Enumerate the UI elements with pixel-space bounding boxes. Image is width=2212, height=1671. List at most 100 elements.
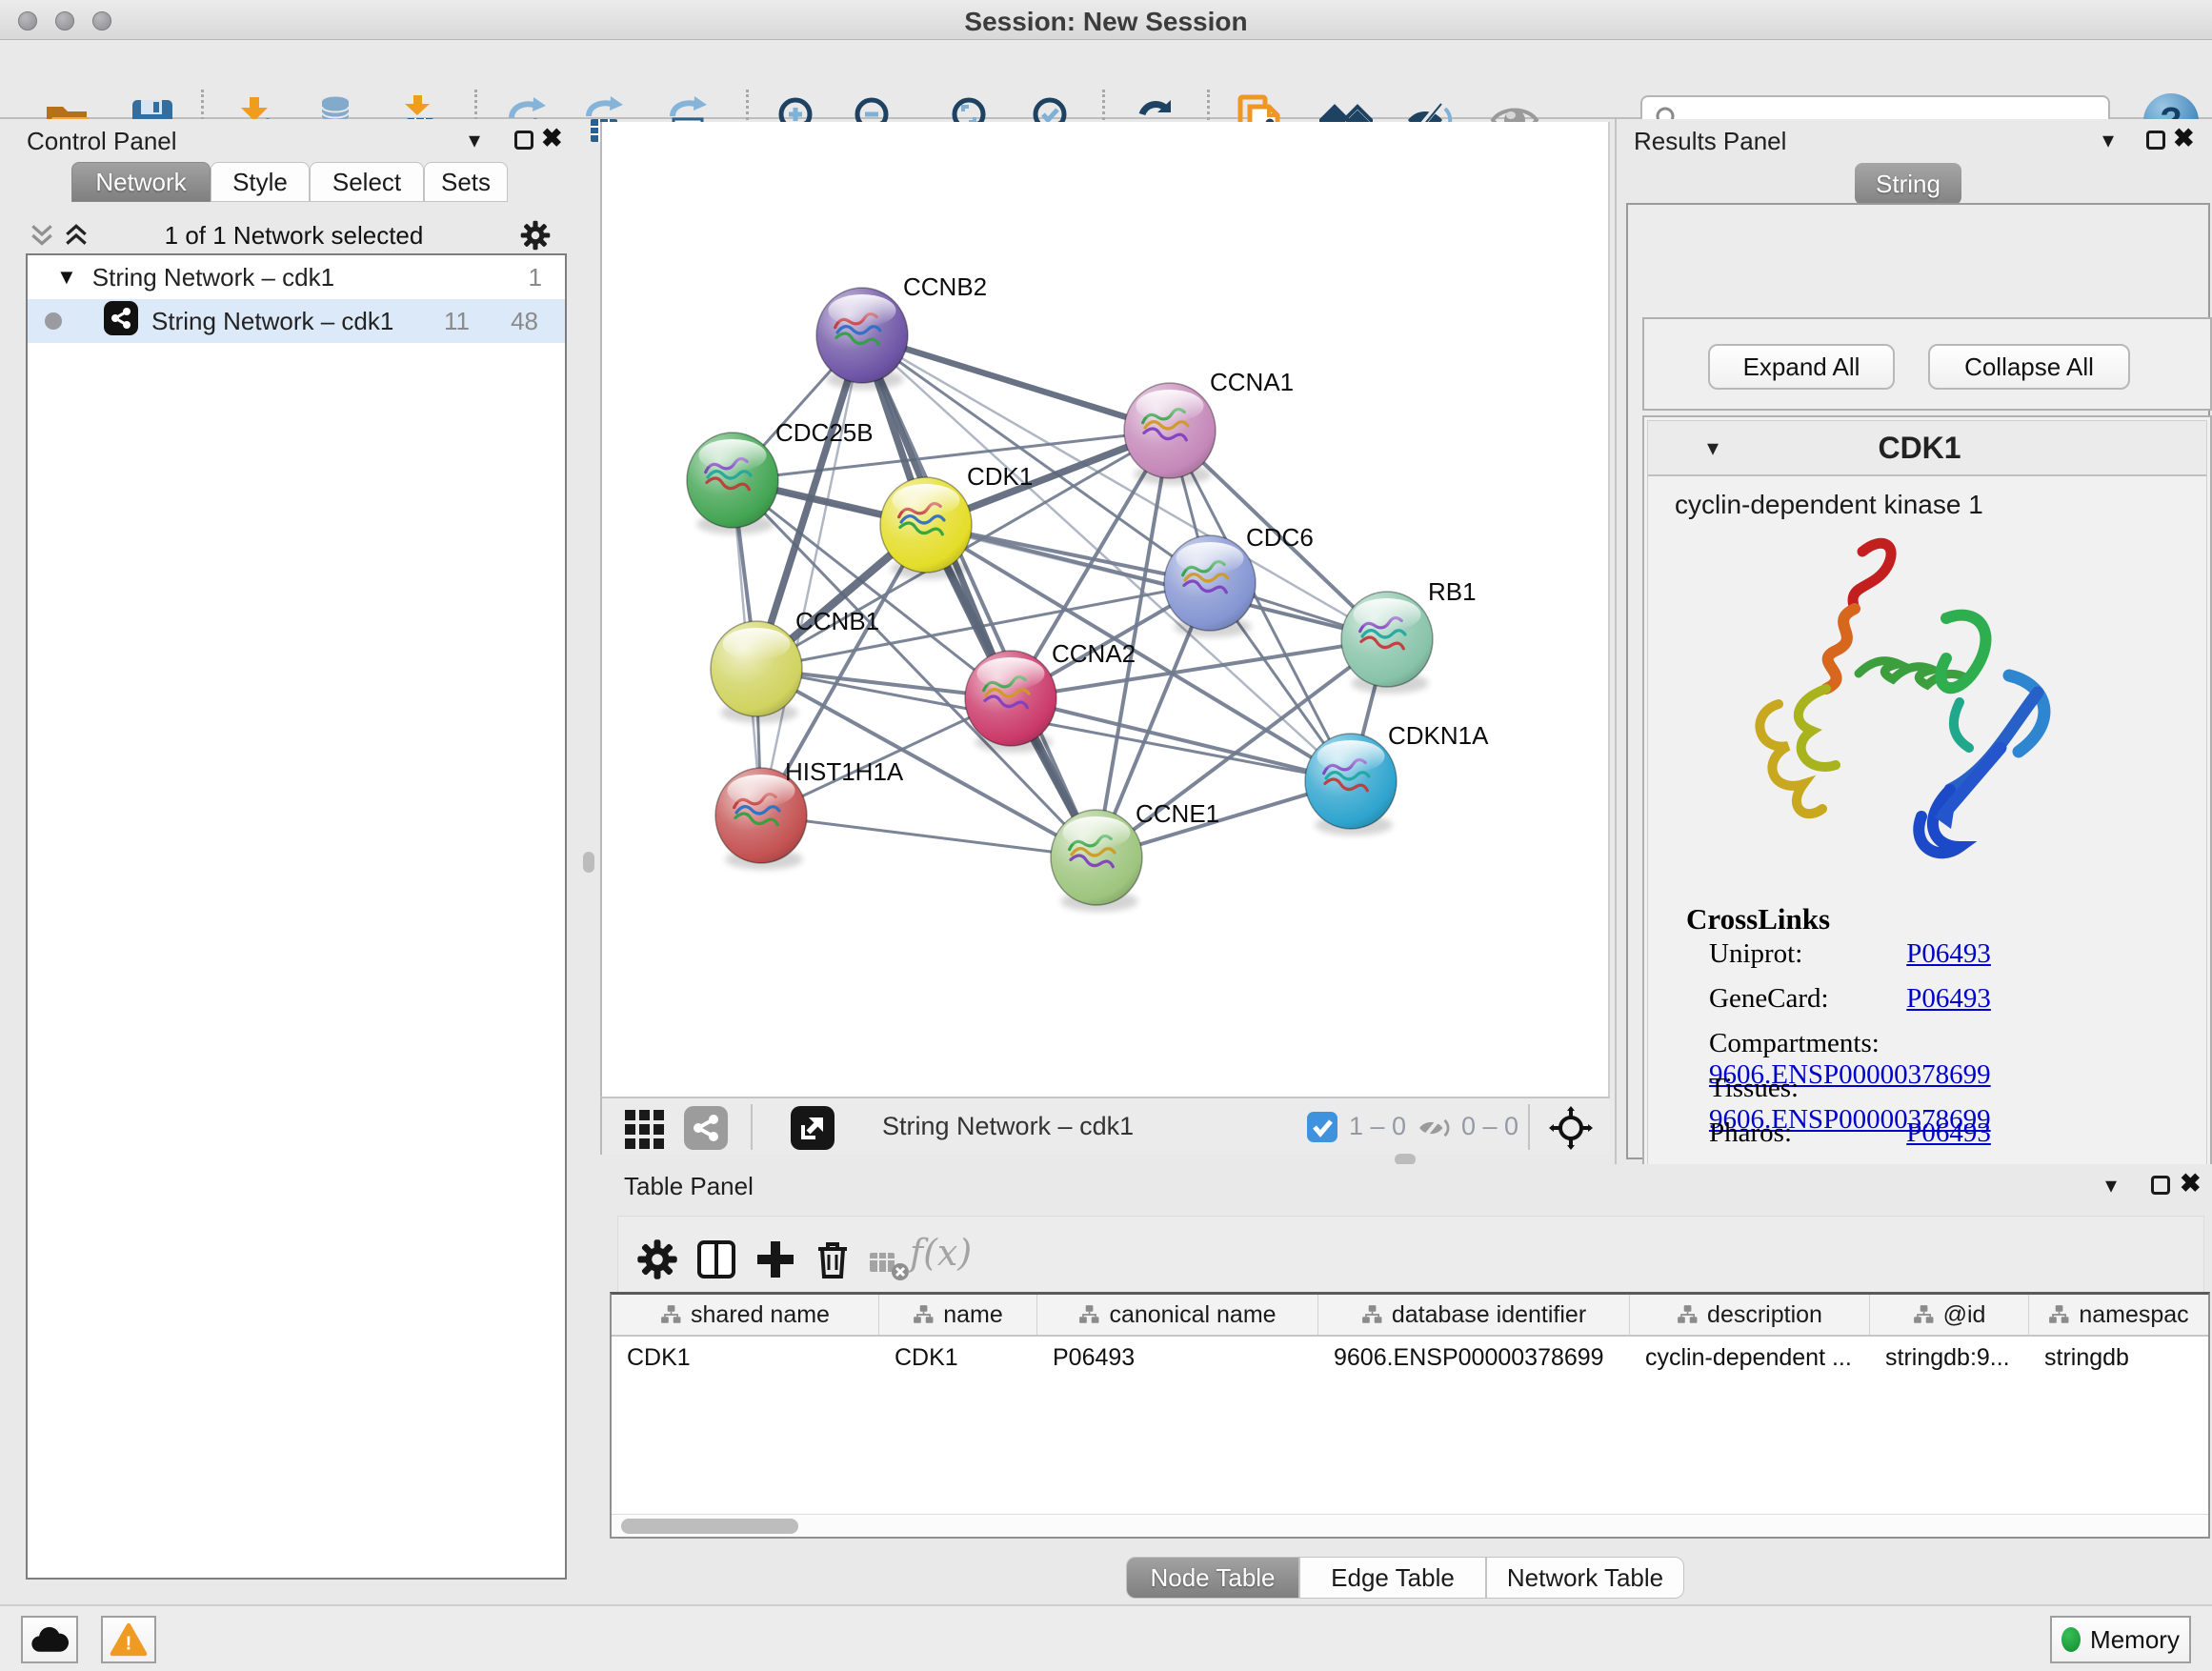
table-horizontal-scrollbar[interactable] <box>612 1514 2208 1537</box>
network-node-cdkn1a[interactable]: CDKN1A <box>1305 721 1489 836</box>
float-panel-icon[interactable] <box>2151 1176 2170 1195</box>
control-panel-header: Control Panel ▾ ✖ <box>0 119 581 161</box>
network-edge[interactable] <box>761 335 862 815</box>
table-panel: Table Panel ▾ ✖ <box>608 1164 2212 1604</box>
crosslink-link[interactable]: P06493 <box>1906 983 1991 1014</box>
warnings-button[interactable]: ! <box>101 1616 156 1663</box>
column-label: description <box>1707 1301 1822 1329</box>
network-view-canvas[interactable]: CCNB2CCNA1CDC25BCDK1CDC6RB1CCNB1CCNA2CDK… <box>600 122 1610 1097</box>
hidden-count: 0 – 0 <box>1461 1112 1518 1141</box>
network-node-ccne1[interactable]: CCNE1 <box>1051 799 1219 912</box>
crosslink-label: Tissues: <box>1709 1073 1900 1104</box>
column-type-icon <box>1078 1304 1099 1325</box>
edge-count: 48 <box>511 307 538 336</box>
network-node-cdc6[interactable]: CDC6 <box>1164 523 1314 637</box>
column-header[interactable]: shared name <box>612 1295 879 1335</box>
network-node-rb1[interactable]: RB1 <box>1341 577 1477 694</box>
add-column-icon[interactable] <box>754 1238 797 1286</box>
column-header[interactable]: description <box>1630 1295 1870 1335</box>
network-node-hist1h1a[interactable]: HIST1H1A <box>715 757 904 870</box>
column-header[interactable]: database identifier <box>1318 1295 1630 1335</box>
column-type-icon <box>1913 1304 1934 1325</box>
network-node-ccnb1[interactable]: CCNB1 <box>711 607 879 723</box>
crosslink-link[interactable]: P06493 <box>1906 1117 1991 1148</box>
current-network-dot-icon <box>45 312 62 330</box>
node-count: 11 <box>444 307 470 336</box>
footer-separator <box>1528 1104 1530 1150</box>
node-label: CDC25B <box>775 418 874 447</box>
tab-node-table[interactable]: Node Table <box>1126 1557 1299 1599</box>
column-label: canonical name <box>1109 1301 1276 1329</box>
column-header[interactable]: name <box>879 1295 1037 1335</box>
memory-button[interactable]: Memory <box>2050 1616 2191 1663</box>
float-panel-icon[interactable] <box>514 131 533 150</box>
close-panel-icon[interactable]: ✖ <box>2180 1169 2202 1198</box>
close-panel-icon[interactable]: ✖ <box>541 124 563 153</box>
table-row[interactable]: CDK1 CDK1 P06493 9606.ENSP00000378699 cy… <box>612 1337 2208 1379</box>
float-panel-icon[interactable] <box>2146 131 2165 150</box>
table-gear-icon[interactable] <box>635 1238 679 1286</box>
panel-menu-icon[interactable]: ▾ <box>2102 127 2114 154</box>
title-bar: Session: New Session <box>0 0 2212 40</box>
panel-menu-icon[interactable]: ▾ <box>469 127 480 154</box>
expand-collapse-bar: Expand All Collapse All <box>1642 317 2212 411</box>
column-header[interactable]: namespac <box>2029 1295 2208 1335</box>
network-edge[interactable] <box>862 335 1170 431</box>
close-panel-icon[interactable]: ✖ <box>2173 124 2195 153</box>
share-view-icon[interactable] <box>684 1106 728 1155</box>
crosslink-link[interactable]: P06493 <box>1906 938 1991 969</box>
gene-description: cyclin-dependent kinase 1 <box>1675 490 1983 520</box>
cell-description[interactable]: cyclin-dependent ... <box>1630 1337 1870 1379</box>
scrollbar-thumb[interactable] <box>621 1519 798 1534</box>
cell-namespace[interactable]: stringdb <box>2029 1337 2208 1379</box>
network-list: ▼ String Network – cdk1 1 String Network… <box>26 253 567 1580</box>
memory-label: Memory <box>2090 1625 2180 1655</box>
cell-id[interactable]: stringdb:9... <box>1870 1337 2029 1379</box>
tab-sets[interactable]: Sets <box>424 162 508 202</box>
cell-shared-name[interactable]: CDK1 <box>612 1337 879 1379</box>
cell-database-identifier[interactable]: 9606.ENSP00000378699 <box>1318 1337 1630 1379</box>
selected-count: 1 – 0 <box>1349 1112 1406 1141</box>
delete-column-icon[interactable] <box>811 1238 855 1286</box>
left-splitter-handle[interactable] <box>583 852 594 873</box>
tab-network[interactable]: Network <box>71 162 211 202</box>
network-edge[interactable] <box>761 815 1096 857</box>
cell-name[interactable]: CDK1 <box>879 1337 1037 1379</box>
gear-icon[interactable] <box>519 219 552 256</box>
network-edge[interactable] <box>926 525 1387 639</box>
open-in-new-window-icon[interactable] <box>791 1106 835 1155</box>
tab-network-table[interactable]: Network Table <box>1486 1557 1684 1599</box>
gene-detail-inner: ▾ CDK1 cyclin-dependent kinase 1 <box>1647 420 2207 1203</box>
status-bar: ! Memory <box>0 1604 2212 1671</box>
show-columns-icon[interactable] <box>694 1238 738 1286</box>
cloud-button[interactable] <box>21 1616 78 1663</box>
cell-canonical-name[interactable]: P06493 <box>1037 1337 1318 1379</box>
expander-icon[interactable]: ▼ <box>56 265 77 290</box>
footer-separator <box>751 1104 753 1150</box>
tab-select[interactable]: Select <box>310 162 424 202</box>
panel-menu-icon[interactable]: ▾ <box>2105 1172 2117 1199</box>
collapse-section-icon[interactable]: ▾ <box>1707 434 1719 462</box>
tab-edge-table[interactable]: Edge Table <box>1299 1557 1486 1599</box>
expand-all-button[interactable]: Expand All <box>1708 344 1895 390</box>
collapse-all-button[interactable]: Collapse All <box>1928 344 2130 390</box>
column-header[interactable]: canonical name <box>1037 1295 1318 1335</box>
gene-header[interactable]: ▾ CDK1 <box>1648 421 2206 476</box>
column-header[interactable]: @id <box>1870 1295 2029 1335</box>
selected-checkbox-icon[interactable] <box>1307 1112 1337 1147</box>
node-label: CCNB2 <box>903 272 987 301</box>
birdseye-view-icon[interactable] <box>1549 1106 1593 1155</box>
crosslink-row: GeneCard: P06493 <box>1709 983 2185 1015</box>
tab-style[interactable]: Style <box>211 162 310 202</box>
node-label: CCNB1 <box>795 607 879 635</box>
node-label: CCNE1 <box>1136 799 1219 828</box>
network-row[interactable]: String Network – cdk1 11 48 <box>28 299 565 343</box>
tab-string[interactable]: String <box>1855 163 1961 205</box>
node-label: CDKN1A <box>1388 721 1489 750</box>
network-collection-row[interactable]: ▼ String Network – cdk1 1 <box>28 255 565 299</box>
crosslink-label: Pharos: <box>1709 1117 1900 1149</box>
table-header-row: shared name name canonical name database… <box>612 1295 2208 1337</box>
network-node-cdk1[interactable]: CDK1 <box>880 462 1033 579</box>
column-label: @id <box>1943 1301 1986 1329</box>
grid-view-icon[interactable] <box>623 1106 667 1155</box>
